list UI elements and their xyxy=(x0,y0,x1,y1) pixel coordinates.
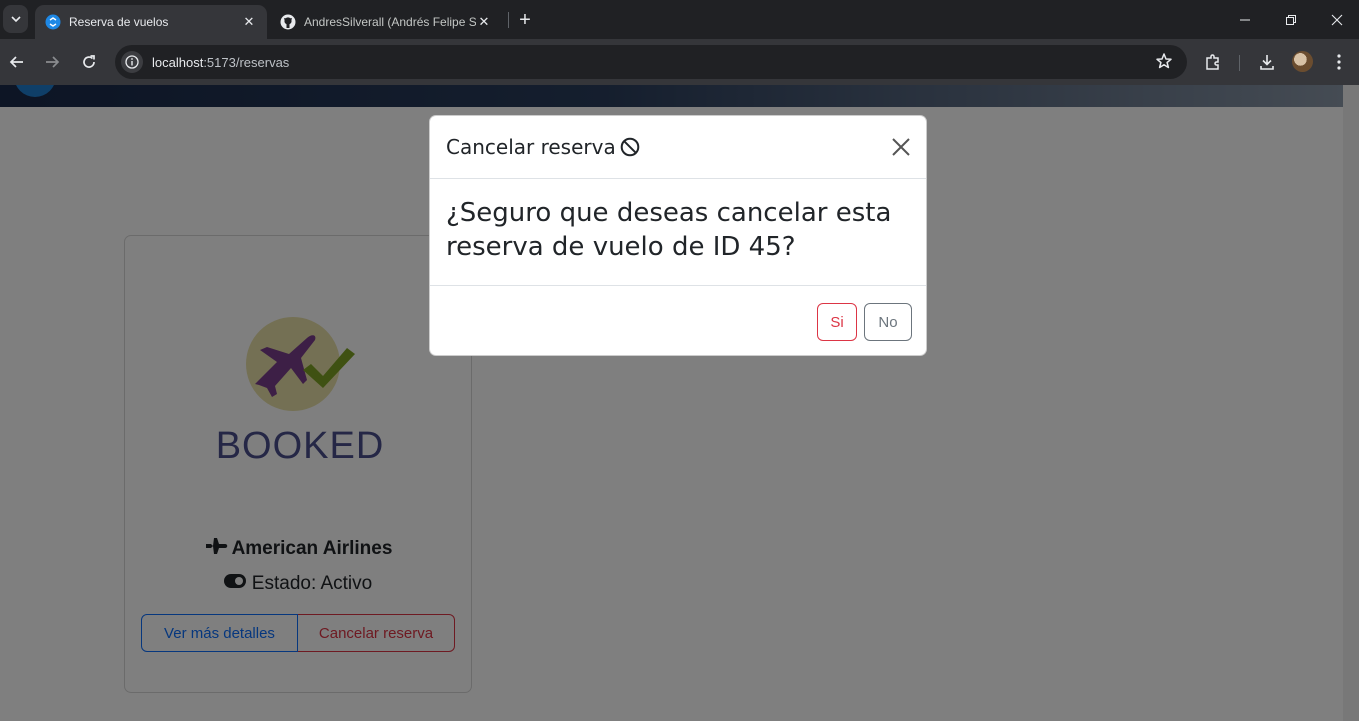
url-text: localhost:5173/reservas xyxy=(152,55,289,70)
profile-avatar[interactable] xyxy=(1292,51,1313,72)
bookmark-star-icon[interactable] xyxy=(1155,52,1173,75)
dialog-header: Cancelar reserva xyxy=(430,116,926,179)
dialog-title-text: Cancelar reserva xyxy=(446,135,616,159)
browser-toolbar: localhost:5173/reservas xyxy=(0,39,1359,85)
dialog-footer: Si No xyxy=(430,286,926,355)
close-window-icon[interactable] xyxy=(1314,0,1359,39)
tab-title: Reserva de vuelos xyxy=(69,15,169,29)
site-info-icon[interactable] xyxy=(121,51,143,73)
github-icon xyxy=(280,14,296,30)
extensions-puzzle-icon[interactable] xyxy=(1199,48,1227,76)
tab-title: AndresSilverall (Andrés Felipe S xyxy=(304,15,476,29)
close-tab-icon[interactable]: ✕ xyxy=(241,14,257,30)
chevron-down-icon xyxy=(10,16,21,23)
close-tab-icon[interactable]: ✕ xyxy=(476,14,492,30)
url-path: :5173/reservas xyxy=(203,54,290,70)
ban-icon xyxy=(620,137,640,157)
dialog-question: ¿Seguro que deseas cancelar esta reserva… xyxy=(446,198,892,262)
confirm-no-button[interactable]: No xyxy=(864,303,912,341)
tab-divider xyxy=(508,12,509,28)
browser-tab-bar: Reserva de vuelos ✕ AndresSilverall (And… xyxy=(0,0,1359,39)
confirm-yes-button[interactable]: Si xyxy=(817,303,857,341)
tab-reserva-de-vuelos[interactable]: Reserva de vuelos ✕ xyxy=(35,5,267,39)
cancel-reservation-dialog: Cancelar reserva ¿Seguro que deseas canc… xyxy=(429,115,927,356)
minimize-window-icon[interactable] xyxy=(1222,0,1268,39)
download-icon[interactable] xyxy=(1253,48,1281,76)
reload-icon[interactable] xyxy=(75,48,103,76)
tab-github-profile[interactable]: AndresSilverall (Andrés Felipe S ✕ xyxy=(270,5,502,39)
url-host: localhost xyxy=(152,54,204,70)
toolbar-divider xyxy=(1239,55,1240,71)
back-arrow-icon[interactable] xyxy=(3,48,31,76)
new-tab-button[interactable]: + xyxy=(513,8,537,32)
forward-arrow-icon[interactable] xyxy=(38,48,66,76)
kebab-menu-icon[interactable] xyxy=(1325,48,1353,76)
address-bar[interactable]: localhost:5173/reservas xyxy=(115,45,1187,79)
page-viewport: BOOKED American Airlines Estado: Activo … xyxy=(0,85,1359,721)
tab-search-button[interactable] xyxy=(3,5,28,33)
close-icon[interactable] xyxy=(890,136,912,158)
site-favicon-icon xyxy=(45,14,61,30)
dialog-body: ¿Seguro que deseas cancelar esta reserva… xyxy=(430,179,926,286)
restore-window-icon[interactable] xyxy=(1268,0,1314,39)
dialog-title: Cancelar reserva xyxy=(446,135,640,159)
